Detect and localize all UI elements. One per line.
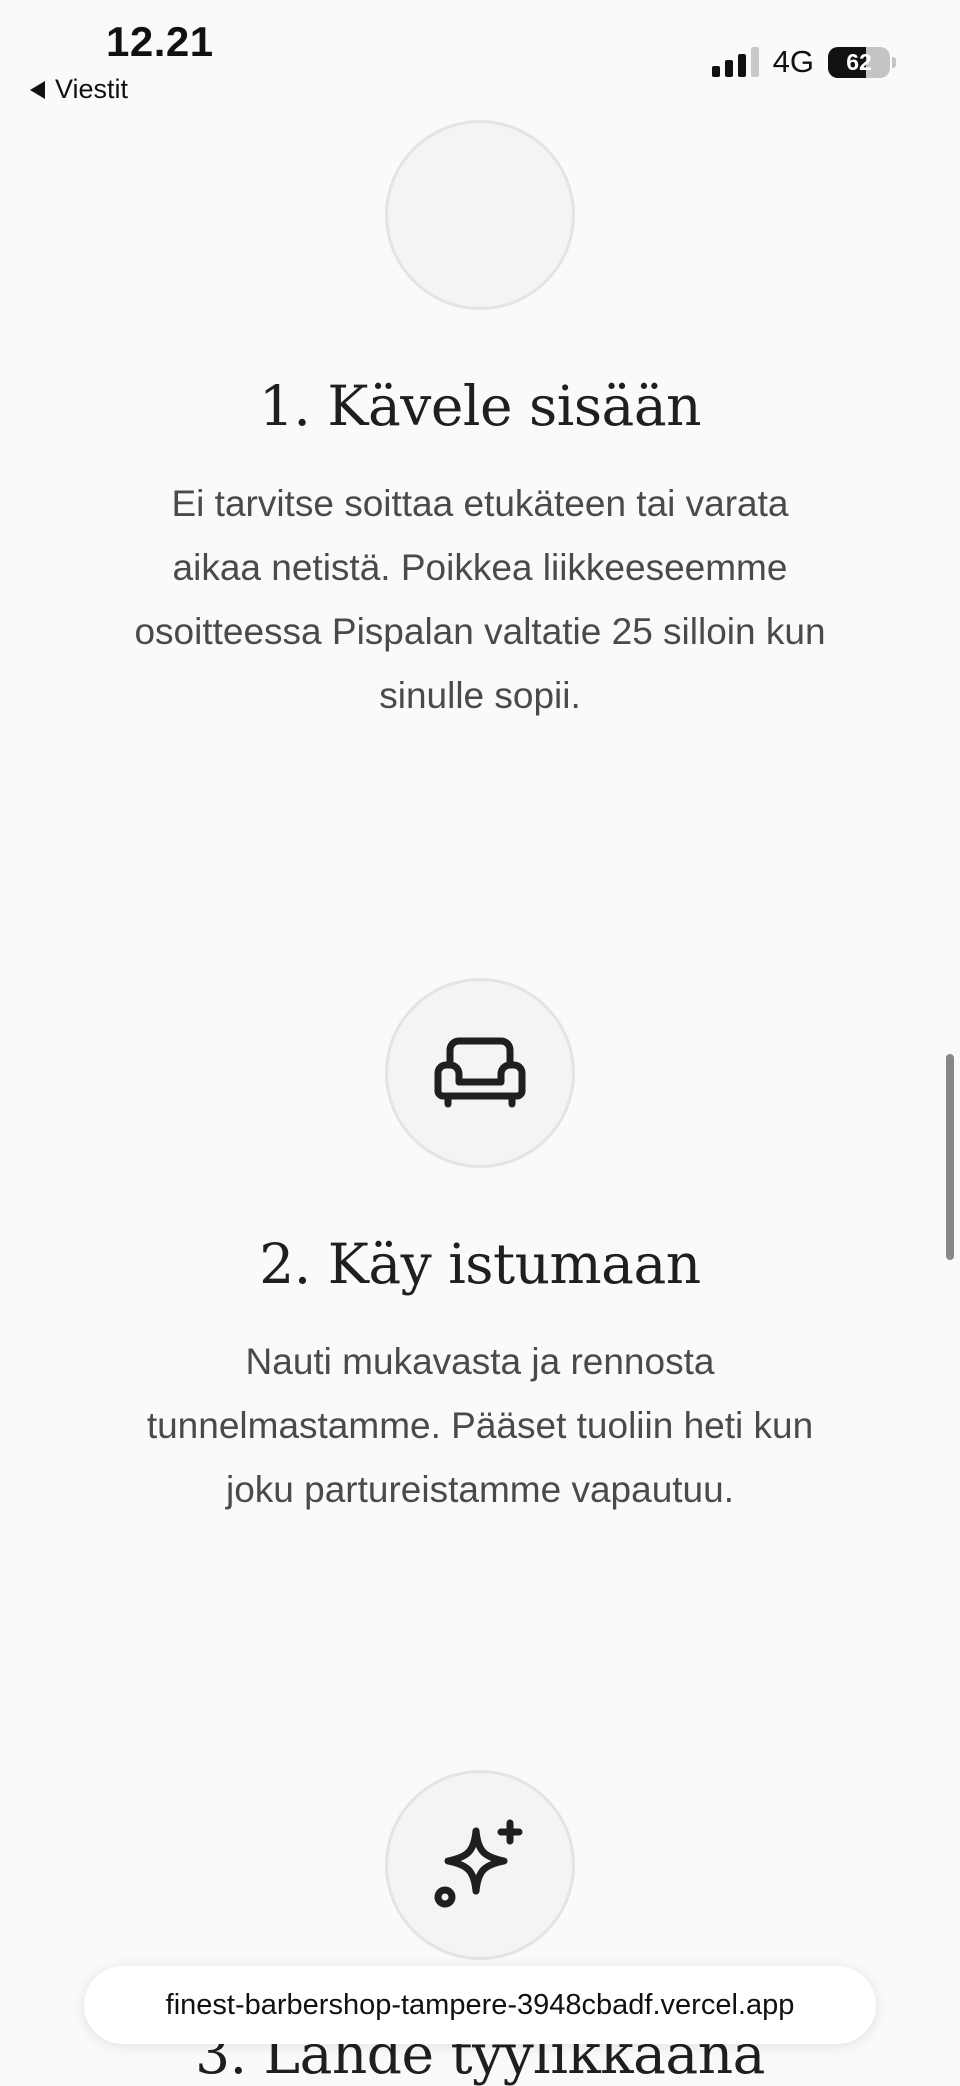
page-scrollbar[interactable] — [946, 1054, 954, 1260]
step-walk-in: 1. Kävele sisään Ei tarvitse soittaa etu… — [0, 120, 960, 728]
sparkles-icon — [434, 1819, 523, 1908]
step-description: Ei tarvitse soittaa etukäteen tai varata… — [134, 483, 826, 716]
step-title: 2. Käy istumaan — [259, 1232, 701, 1296]
status-time: 12.21 — [106, 18, 214, 65]
battery-tip — [892, 56, 896, 68]
network-type: 4G — [772, 44, 814, 79]
step-title: 1. Kävele sisään — [258, 374, 702, 438]
battery-percent: 62 — [846, 48, 872, 75]
battery-icon: 62 — [828, 46, 890, 78]
status-indicators: 4G 62 — [711, 44, 896, 80]
step-icon-circle — [385, 120, 575, 310]
signal-icon — [711, 47, 759, 77]
step-icon-circle — [385, 978, 575, 1168]
back-label: Viestit — [55, 74, 129, 104]
step-description: Nauti mukavasta ja rennosta tunnelmastam… — [146, 1341, 814, 1510]
step-sit-down: 2. Käy istumaan Nauti mukavasta ja renno… — [0, 978, 960, 1522]
back-to-messages-link[interactable]: Viestit — [30, 74, 128, 105]
back-arrow-icon — [30, 80, 45, 99]
step-icon-circle — [385, 1770, 575, 1960]
browser-url-bar[interactable]: finest-barbershop-tampere-3948cbadf.verc… — [84, 1966, 876, 2044]
sofa-icon — [434, 1037, 526, 1108]
